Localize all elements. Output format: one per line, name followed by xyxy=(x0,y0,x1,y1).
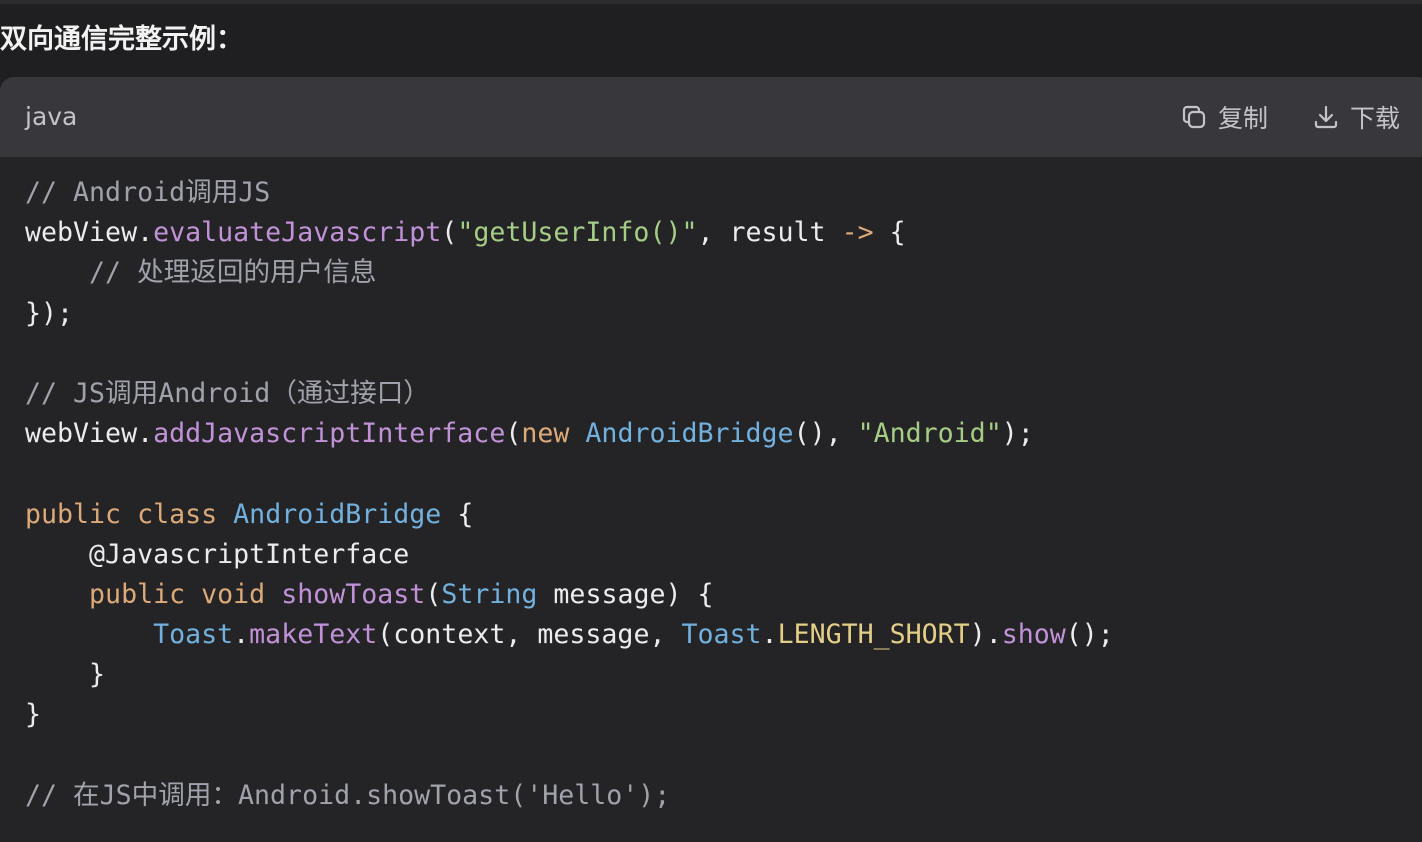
code-token-plain: webView. xyxy=(25,217,154,249)
code-language-label: java xyxy=(25,102,78,131)
code-block: java 复制 下载 // Android调用JS webView.evaluat… xyxy=(0,77,1422,842)
code-token-string: "getUserInfo()" xyxy=(457,217,698,249)
code-line: // 在JS中调用：Android.showToast('Hello'); xyxy=(25,776,1114,816)
code-token-plain: . xyxy=(761,619,778,651)
top-divider xyxy=(0,0,1422,4)
code-token-plain: ( xyxy=(441,217,458,249)
code-token-plain: { xyxy=(873,217,906,249)
code-token-plain: ( xyxy=(425,578,442,610)
code-token-plain: ); xyxy=(1001,418,1034,450)
copy-button[interactable]: 复制 xyxy=(1180,77,1268,157)
code-token-func: show xyxy=(1001,619,1066,651)
code-token-func: makeText xyxy=(249,619,378,651)
code-token-plain: ). xyxy=(969,619,1002,651)
code-line: public class AndroidBridge { xyxy=(25,495,1114,535)
code-line: } xyxy=(25,695,1114,735)
section-heading: 双向通信完整示例： xyxy=(0,24,243,55)
code-line: webView.addJavascriptInterface(new Andro… xyxy=(25,414,1114,454)
code-line: } xyxy=(25,655,1114,695)
download-button[interactable]: 下载 xyxy=(1312,77,1400,157)
code-line: // JS调用Android（通过接口） xyxy=(25,374,1114,414)
code-token-keyword: void xyxy=(201,578,266,610)
code-token-plain: } xyxy=(25,659,106,691)
code-token-plain: ( xyxy=(505,418,522,450)
code-token-func: evaluateJavascript xyxy=(153,217,442,249)
code-token-plain: (), xyxy=(793,418,858,450)
code-token-comment: // Android调用JS xyxy=(25,177,271,208)
code-token-type: AndroidBridge xyxy=(233,498,442,530)
code-token-string: "Android" xyxy=(857,418,1002,450)
code-token-plain: }); xyxy=(25,297,74,329)
code-token-func: addJavascriptInterface xyxy=(153,418,506,450)
download-icon xyxy=(1312,103,1340,131)
code-token-plain: , result xyxy=(697,217,842,249)
code-token-plain: . xyxy=(233,619,250,651)
code-content: // Android调用JS webView.evaluateJavascript… xyxy=(25,173,1114,816)
code-line: }); xyxy=(25,294,1114,334)
copy-button-label: 复制 xyxy=(1218,104,1269,133)
code-token-comment: // 在JS中调用：Android.showToast('Hello'); xyxy=(25,779,671,811)
code-token-type: AndroidBridge xyxy=(585,418,794,450)
download-button-label: 下载 xyxy=(1350,104,1401,133)
code-token-plain: (context, message, xyxy=(377,619,682,651)
code-token-keyword: -> xyxy=(841,217,874,249)
code-token-plain: message) { xyxy=(537,578,714,610)
code-line: // 处理返回的用户信息 xyxy=(25,253,1114,293)
code-token-plain: webView. xyxy=(25,418,154,450)
code-token-comment: // 处理返回的用户信息 xyxy=(25,257,377,289)
code-line: @JavascriptInterface xyxy=(25,535,1114,575)
code-token-keyword: public xyxy=(25,498,122,530)
code-line: public void showToast(String message) { xyxy=(25,575,1114,615)
code-token-plain: @JavascriptInterface xyxy=(25,538,410,570)
code-token-plain: (); xyxy=(1065,619,1114,651)
code-token-func: showToast xyxy=(281,578,426,610)
code-line: webView.evaluateJavascript("getUserInfo(… xyxy=(25,213,1114,253)
code-token-type: Toast xyxy=(153,619,234,651)
code-token-keyword: public xyxy=(89,578,186,610)
code-line: Toast.makeText(context, message, Toast.L… xyxy=(25,615,1114,655)
code-token-comment: // JS调用Android（通过接口） xyxy=(25,377,430,409)
code-token-plain: } xyxy=(25,699,42,731)
code-token-type: Toast xyxy=(681,619,762,651)
code-token-keyword: new xyxy=(521,418,570,450)
code-line: // Android调用JS xyxy=(25,173,1114,213)
code-token-const: LENGTH_SHORT xyxy=(777,619,970,651)
code-token-keyword: class xyxy=(137,498,218,530)
code-token-type: String xyxy=(441,578,538,610)
code-block-header: java 复制 下载 xyxy=(0,77,1422,157)
code-token-plain: { xyxy=(441,498,474,530)
copy-icon xyxy=(1180,103,1208,131)
